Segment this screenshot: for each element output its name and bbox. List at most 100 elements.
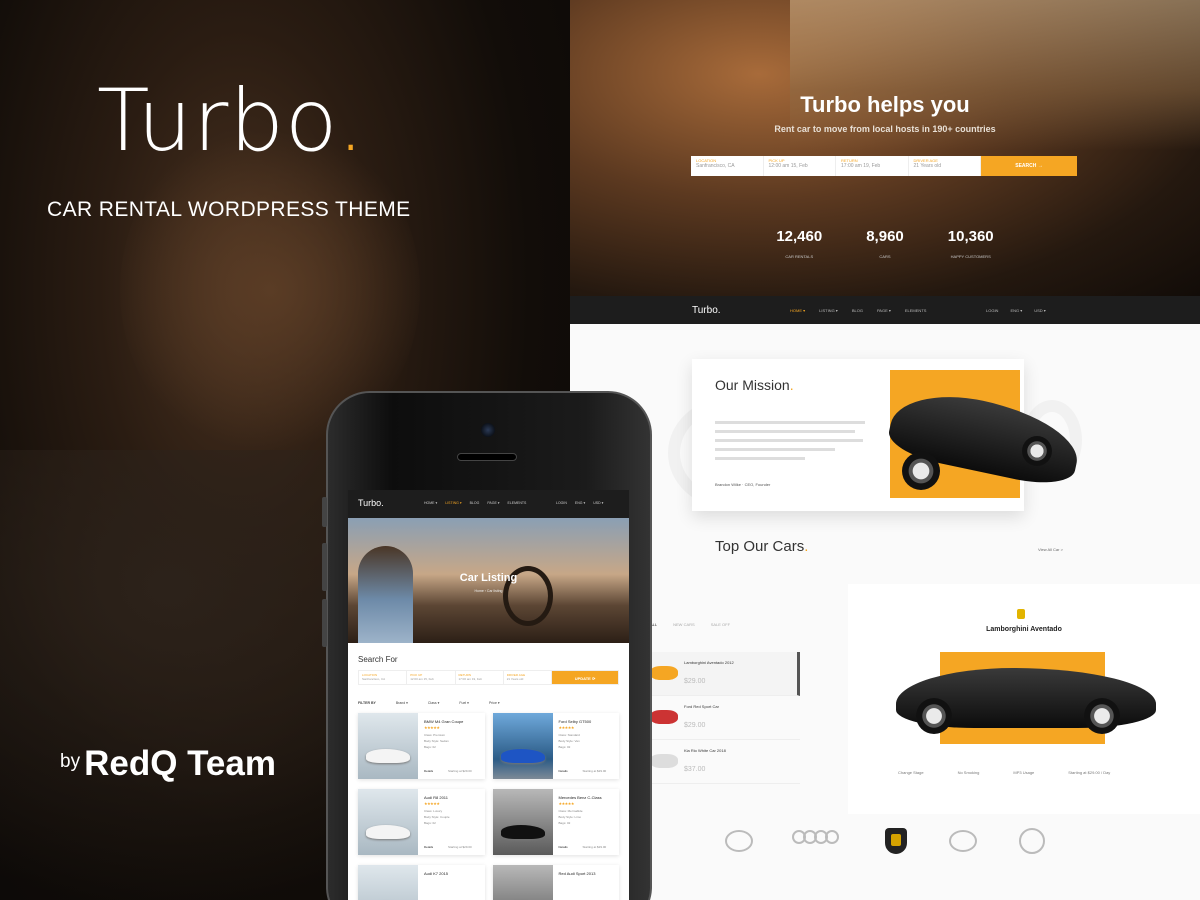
car-card[interactable]: Mercedes Benz C-Class ★★★★★ Class: Merma… <box>492 789 619 855</box>
filter-bar: FILTER BY Brand ▾ Class ▾ Fuel ▾ Price ▾ <box>348 685 629 705</box>
pickup-field[interactable]: PICK UP 12:00 am 15, Feb <box>764 156 836 176</box>
lexus-logo-icon[interactable] <box>949 830 977 852</box>
car-name[interactable]: Audi R8 2011 <box>424 795 448 800</box>
pickup-field[interactable]: PICK UP 12:00 am 15, Feb <box>407 671 456 684</box>
language-select[interactable]: ENG ▾ <box>1010 308 1022 313</box>
car-grid: BMW M4 Gran Coupe ★★★★★ Class: Premium B… <box>348 705 629 900</box>
view-all-link[interactable]: View All Car > <box>1038 547 1063 552</box>
desktop-mockup: Turbo helps you Rent car to move from lo… <box>570 0 1200 900</box>
car-thumbnail <box>358 865 418 900</box>
car-card[interactable]: Red Audi Sport 2013 <box>492 865 619 900</box>
mobile-menu-blog[interactable]: BLOG <box>470 501 480 505</box>
filter-price[interactable]: Price ▾ <box>489 701 500 705</box>
car-price: Starting at $29.00 <box>582 769 607 773</box>
car-thumbnail <box>492 865 553 900</box>
menu-item-home[interactable]: HOME ▾ <box>790 308 805 313</box>
mobile-utilities: LOGIN ENG ▾ USD ▾ <box>556 501 603 505</box>
login-link[interactable]: LOGIN <box>986 308 998 313</box>
car-spec: Bags: 02 <box>424 821 436 825</box>
mobile-menu-elements[interactable]: ELEMENTS <box>508 501 527 505</box>
mobile-search-section: Search For LOCATION Sanfrancisco, CA PICK… <box>348 643 629 685</box>
details-link[interactable]: Details <box>424 769 433 773</box>
mobile-menu-page[interactable]: PAGE ▾ <box>487 501 499 505</box>
mobile-menu: HOME ▾ LISTING ▾ BLOG PAGE ▾ ELEMENTS <box>424 501 526 505</box>
phone-side-button <box>322 543 327 591</box>
car-wheel <box>1084 698 1120 734</box>
menu-item-blog[interactable]: BLOG <box>852 308 863 313</box>
car-tabs: ALL NEW CARS SALE OFF <box>650 622 730 627</box>
car-spec: Bags: 02 <box>424 745 436 749</box>
details-link[interactable]: Details <box>424 845 433 849</box>
details-link[interactable]: Details <box>559 769 568 773</box>
update-button[interactable]: UPDATE ⟳ <box>552 671 618 684</box>
menu-item-elements[interactable]: ELEMENTS <box>905 308 927 313</box>
mobile-menu-listing[interactable]: LISTING ▾ <box>445 501 461 505</box>
car-list: Lamborghini Aventado 2012 $29.00 Ford Red… <box>650 652 800 784</box>
car-spec: Bags: 02 <box>558 745 571 749</box>
car-thumbnail <box>358 789 418 855</box>
phone-screen: Turbo. HOME ▾ LISTING ▾ BLOG PAGE ▾ ELEM… <box>348 490 629 900</box>
filter-class[interactable]: Class ▾ <box>428 701 439 705</box>
car-card[interactable]: Ford Selby GT500 ★★★★★ Class: Standard B… <box>492 713 619 779</box>
return-field[interactable]: RETURN 17:00 am 19, Feb <box>836 156 909 176</box>
car-spec: Body Style: Limo <box>558 815 582 819</box>
breadcrumb[interactable]: Home › Car listing <box>348 589 629 593</box>
nav-utilities: LOGIN ENG ▾ USD ▾ <box>986 308 1046 313</box>
list-item[interactable]: Lamborghini Aventado 2012 $29.00 <box>650 652 800 696</box>
site-logo[interactable]: Turbo. <box>692 305 721 316</box>
filter-brand[interactable]: Brand ▾ <box>396 701 408 705</box>
car-spec: Class: Premium <box>424 733 446 737</box>
rating-stars: ★★★★★ <box>424 801 440 806</box>
mission-signature: Brandon Wilke · CEO, Founder <box>715 482 771 487</box>
list-item[interactable]: Kia Rio White Car 2018 $37.00 <box>650 740 800 784</box>
car-name[interactable]: Mercedes Benz C-Class <box>559 795 602 800</box>
menu-item-page[interactable]: PAGE ▾ <box>877 308 891 313</box>
list-item[interactable]: Ford Red Sport Car $29.00 <box>650 696 800 740</box>
search-button[interactable]: SEARCH → <box>981 156 1077 176</box>
hero-title: Turbo helps you <box>800 92 970 117</box>
location-field[interactable]: LOCATION Sanfrancisco, CA <box>359 671 408 684</box>
driver-age-field[interactable]: DRIVER AGE 21 Years old <box>909 156 981 176</box>
return-field[interactable]: RETURN 17:00 am 19, Feb <box>456 671 504 684</box>
location-field[interactable]: LOCATION Sanfrancisco, CA <box>691 156 764 176</box>
car-card[interactable]: Audi K7 2015 <box>358 865 485 900</box>
car-card[interactable]: BMW M4 Gran Coupe ★★★★★ Class: Premium B… <box>358 713 485 779</box>
car-name[interactable]: BMW M4 Gran Coupe <box>424 719 463 724</box>
lamborghini-logo-icon[interactable] <box>885 828 907 854</box>
car-thumbnail <box>492 713 553 779</box>
car-name[interactable]: Ford Selby GT500 <box>559 719 592 724</box>
stats-row: 12,460 CAR RENTALS 8,960 CARS 10,360 HAPPY … <box>570 228 1200 263</box>
details-link[interactable]: Details <box>559 845 568 849</box>
mobile-login-link[interactable]: LOGIN <box>556 501 567 505</box>
car-spec: Bags: 02 <box>558 821 571 825</box>
mobile-logo[interactable]: Turbo. <box>358 498 384 508</box>
stat-item: 12,460 CAR RENTALS <box>776 228 823 259</box>
car-wheel <box>1022 436 1052 466</box>
driver-age-field[interactable]: DRIVER AGE 21 Years old <box>504 671 552 684</box>
mercedes-logo-icon[interactable] <box>1019 828 1045 854</box>
hero-subtitle: Rent car to move from local hosts in 190… <box>774 124 996 134</box>
search-title: Search For <box>358 655 398 664</box>
audi-logo-icon[interactable] <box>792 830 843 852</box>
mobile-language-select[interactable]: ENG ▾ <box>575 501 585 505</box>
top-cars-title: Top Our Cars. <box>715 538 809 555</box>
currency-select[interactable]: USD ▾ <box>1034 308 1046 313</box>
car-spec: Body Style: Van <box>558 739 580 743</box>
main-menu: HOME ▾ LISTING ▾ BLOG PAGE ▾ ELEMENTS <box>790 308 926 313</box>
car-spec: Body Style: Sedan <box>424 739 449 743</box>
rating-stars: ★★★★★ <box>424 725 440 730</box>
mobile-currency-select[interactable]: USD ▾ <box>593 501 603 505</box>
tab-new-cars[interactable]: NEW CARS <box>673 622 695 627</box>
featured-specs: Change Stage No Smoking MP3 Usage Starti… <box>898 770 1111 775</box>
car-price: Starting at $29.00 <box>582 845 607 849</box>
filter-fuel[interactable]: Fuel ▾ <box>459 701 469 705</box>
mobile-menu-home[interactable]: HOME ▾ <box>424 501 437 505</box>
car-card[interactable]: Audi R8 2011 ★★★★★ Class: Luxury Body St… <box>358 789 485 855</box>
car-name[interactable]: Audi K7 2015 <box>424 871 448 876</box>
car-name[interactable]: Red Audi Sport 2013 <box>559 871 596 876</box>
tab-sale-off[interactable]: SALE OFF <box>711 622 730 627</box>
menu-item-listing[interactable]: LISTING ▾ <box>819 308 838 313</box>
mazda-logo-icon[interactable] <box>725 830 753 852</box>
phone-camera-icon <box>481 423 495 437</box>
mobile-hero: Car Listing Home › Car listing <box>348 518 629 643</box>
